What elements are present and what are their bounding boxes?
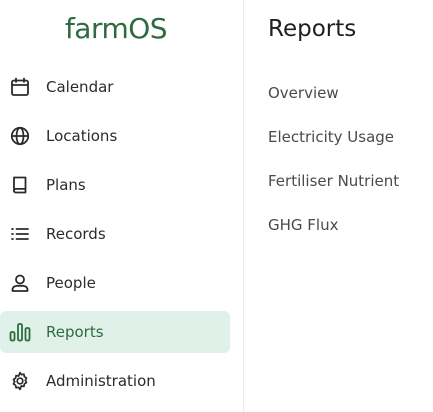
sidebar-item-label: Locations	[46, 127, 118, 145]
report-link-overview[interactable]: Overview	[268, 84, 339, 106]
brand-logo[interactable]: farmOS	[0, 12, 232, 45]
calendar-icon	[9, 76, 31, 98]
sidebar-item-reports[interactable]: Reports	[0, 311, 230, 353]
sidebar-item-calendar[interactable]: Calendar	[0, 66, 230, 108]
sidebar: farmOS Calendar Locations Plans Records …	[0, 0, 244, 412]
report-link-ghg-flux[interactable]: GHG Flux	[268, 216, 338, 238]
sidebar-item-label: Calendar	[46, 78, 114, 96]
page-title: Reports	[268, 16, 357, 42]
sidebar-item-label: Records	[46, 225, 106, 243]
sidebar-item-administration[interactable]: Administration	[0, 360, 230, 402]
report-link-fertiliser-nutrient[interactable]: Fertiliser Nutrient	[268, 172, 399, 194]
sidebar-item-people[interactable]: People	[0, 262, 230, 304]
sidebar-item-plans[interactable]: Plans	[0, 164, 230, 206]
bar-chart-icon	[9, 321, 31, 343]
app-shell: farmOS Calendar Locations Plans Records …	[0, 0, 433, 412]
report-link-electricity-usage[interactable]: Electricity Usage	[268, 128, 394, 150]
list-icon	[9, 223, 31, 245]
globe-icon	[9, 125, 31, 147]
sidebar-item-label: Plans	[46, 176, 86, 194]
book-icon	[9, 174, 31, 196]
sidebar-item-records[interactable]: Records	[0, 213, 230, 255]
sidebar-item-label: People	[46, 274, 96, 292]
sidebar-item-label: Administration	[46, 372, 156, 390]
sidebar-item-locations[interactable]: Locations	[0, 115, 230, 157]
gear-icon	[9, 370, 31, 392]
sidebar-item-label: Reports	[46, 323, 104, 341]
main-content: Reports Overview Electricity Usage Ferti…	[244, 0, 433, 412]
person-icon	[9, 272, 31, 294]
